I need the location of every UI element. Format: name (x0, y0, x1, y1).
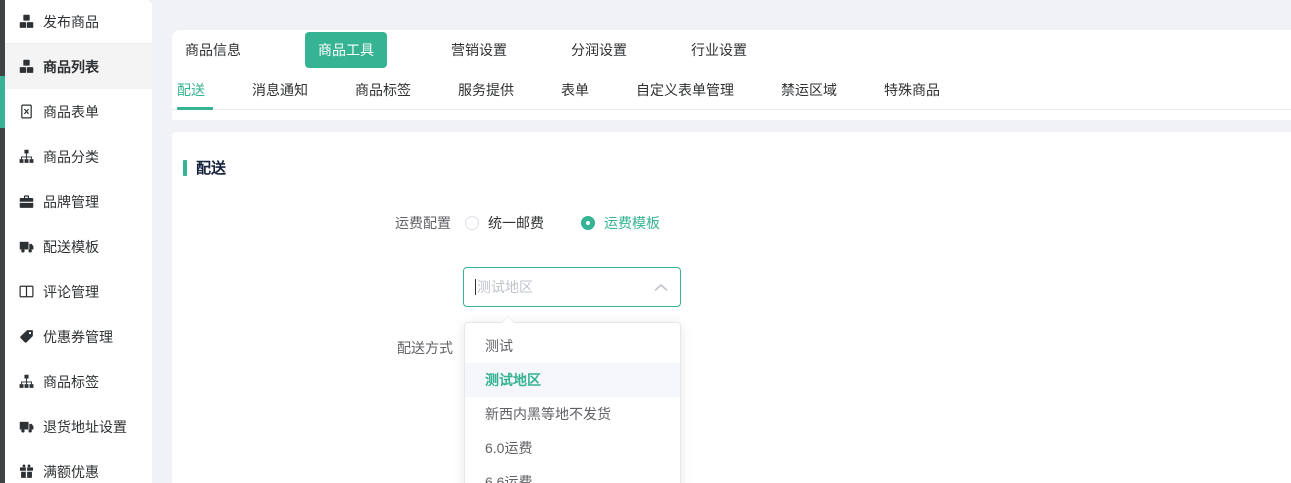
subtab-special-product[interactable]: 特殊商品 (884, 70, 940, 109)
sidebar-item-label: 商品分类 (43, 147, 99, 167)
sidebar-item-publish-product[interactable]: 发布商品 (5, 0, 152, 44)
sitemap-icon (19, 374, 34, 389)
sidebar-item-label: 配送模板 (43, 237, 99, 257)
dropdown-option[interactable]: 测试 (465, 329, 680, 363)
sidebar-item-label: 优惠券管理 (43, 327, 113, 347)
sidebar-item-label: 满额优惠 (43, 462, 99, 482)
sidebar-item-product-list[interactable]: 商品列表 (5, 44, 152, 89)
freight-template-select[interactable]: 测试地区 (463, 267, 681, 307)
sidebar-item-brand-management[interactable]: 品牌管理 (5, 179, 152, 224)
tab-product-tools[interactable]: 商品工具 (305, 32, 387, 68)
sidebar-item-return-address-settings[interactable]: 退货地址设置 (5, 404, 152, 449)
freight-config-row: 运费配置 统一邮费 运费模板 (395, 213, 660, 233)
sidebar-item-coupon-management[interactable]: 优惠券管理 (5, 314, 152, 359)
subtab-message-notification[interactable]: 消息通知 (252, 70, 308, 109)
sidebar-item-label: 品牌管理 (43, 192, 99, 212)
secondary-tab-bar: 配送 消息通知 商品标签 服务提供 表单 自定义表单管理 禁运区域 特殊商品 (172, 70, 1291, 110)
sidebar-item-product-form[interactable]: 商品表单 (5, 89, 152, 134)
sidebar-item-product-category[interactable]: 商品分类 (5, 134, 152, 179)
subtab-product-tags[interactable]: 商品标签 (355, 70, 411, 109)
nav-rail-scroll-thumb[interactable] (0, 76, 5, 128)
chevron-up-icon[interactable] (654, 283, 668, 292)
sidebar-item-label: 发布商品 (43, 12, 99, 32)
section-accent-bar (183, 160, 187, 176)
file-x-icon (19, 104, 34, 119)
sidebar-item-comment-management[interactable]: 评论管理 (5, 269, 152, 314)
freight-template-dropdown: 测试 测试地区 新西内黑等地不发货 6.0运费 6.6运费 (464, 322, 681, 483)
tab-profit-sharing-settings[interactable]: 分润设置 (571, 40, 627, 60)
gift-icon (19, 464, 34, 479)
columns-icon (19, 284, 34, 299)
sidebar-item-label: 商品列表 (43, 57, 99, 77)
section-header: 配送 (183, 157, 226, 178)
tab-industry-settings[interactable]: 行业设置 (691, 40, 747, 60)
sidebar-item-label: 商品标签 (43, 372, 99, 392)
dropdown-option[interactable]: 6.6运费 (465, 465, 680, 483)
tab-marketing-settings[interactable]: 营销设置 (451, 40, 507, 60)
radio-icon[interactable] (581, 216, 595, 230)
subtab-delivery[interactable]: 配送 (177, 70, 205, 109)
tab-product-info[interactable]: 商品信息 (185, 40, 241, 60)
dropdown-option[interactable]: 6.0运费 (465, 431, 680, 465)
radio-label: 统一邮费 (488, 213, 544, 233)
tag-icon (19, 329, 34, 344)
subtab-form[interactable]: 表单 (561, 70, 589, 109)
nav-rail (0, 0, 5, 483)
subtab-service-provision[interactable]: 服务提供 (458, 70, 514, 109)
cubes-icon (19, 14, 34, 29)
tabs-card: 商品信息 商品工具 营销设置 分润设置 行业设置 配送 消息通知 商品标签 服务… (172, 30, 1291, 120)
primary-tab-bar: 商品信息 商品工具 营销设置 分润设置 行业设置 (172, 30, 1291, 70)
delivery-method-label: 配送方式 (397, 338, 453, 358)
text-cursor (475, 279, 476, 295)
sidebar-item-product-tags[interactable]: 商品标签 (5, 359, 152, 404)
sidebar-item-label: 商品表单 (43, 102, 99, 122)
briefcase-icon (19, 194, 34, 209)
subtab-embargo-area[interactable]: 禁运区域 (781, 70, 837, 109)
truck-icon (19, 239, 34, 254)
sidebar-item-delivery-template[interactable]: 配送模板 (5, 224, 152, 269)
sidebar-item-label: 退货地址设置 (43, 417, 127, 437)
sitemap-icon (19, 149, 34, 164)
radio-freight-template[interactable]: 运费模板 (581, 213, 660, 233)
sidebar-item-full-amount-discount[interactable]: 满额优惠 (5, 449, 152, 483)
freight-config-label: 运费配置 (395, 213, 451, 233)
radio-label: 运费模板 (604, 213, 660, 233)
subtab-custom-form-management[interactable]: 自定义表单管理 (636, 70, 734, 109)
radio-uniform-postage[interactable]: 统一邮费 (465, 213, 544, 233)
dropdown-option-selected[interactable]: 测试地区 (465, 363, 680, 397)
truck-icon (19, 419, 34, 434)
dropdown-option[interactable]: 新西内黑等地不发货 (465, 397, 680, 431)
sidebar-item-label: 评论管理 (43, 282, 99, 302)
content-card: 配送 运费配置 统一邮费 运费模板 测试地区 配送方式 测试 测试地区 新西内黑… (172, 132, 1291, 483)
sidebar: 发布商品 商品列表 商品表单 商品分类 品牌管理 配送模板 评论管理 优惠券管理… (5, 0, 152, 483)
radio-icon[interactable] (465, 216, 479, 230)
select-placeholder: 测试地区 (477, 277, 654, 297)
section-title: 配送 (196, 157, 226, 178)
cubes-icon (19, 59, 34, 74)
